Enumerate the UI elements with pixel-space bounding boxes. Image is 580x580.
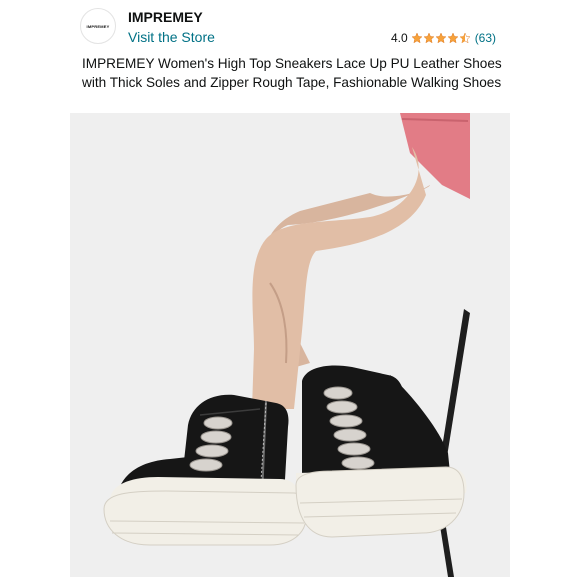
- star-icon: [423, 32, 435, 44]
- rating-stars: [411, 32, 471, 44]
- store-logo[interactable]: IMPREMEY: [80, 8, 116, 44]
- star-icon: [411, 32, 423, 44]
- star-icon: [447, 32, 459, 44]
- visit-store-link[interactable]: Visit the Store: [128, 29, 215, 45]
- product-image[interactable]: [70, 113, 510, 577]
- rating-value: 4.0: [391, 31, 408, 45]
- rating-count-link[interactable]: (63): [475, 31, 496, 45]
- store-name: IMPREMEY: [128, 9, 203, 25]
- product-title: IMPREMEY Women's High Top Sneakers Lace …: [82, 56, 502, 90]
- star-half-icon: [459, 32, 471, 44]
- star-icon: [435, 32, 447, 44]
- sneaker-photo: [70, 113, 510, 577]
- rating-summary[interactable]: 4.0 (63): [391, 31, 496, 45]
